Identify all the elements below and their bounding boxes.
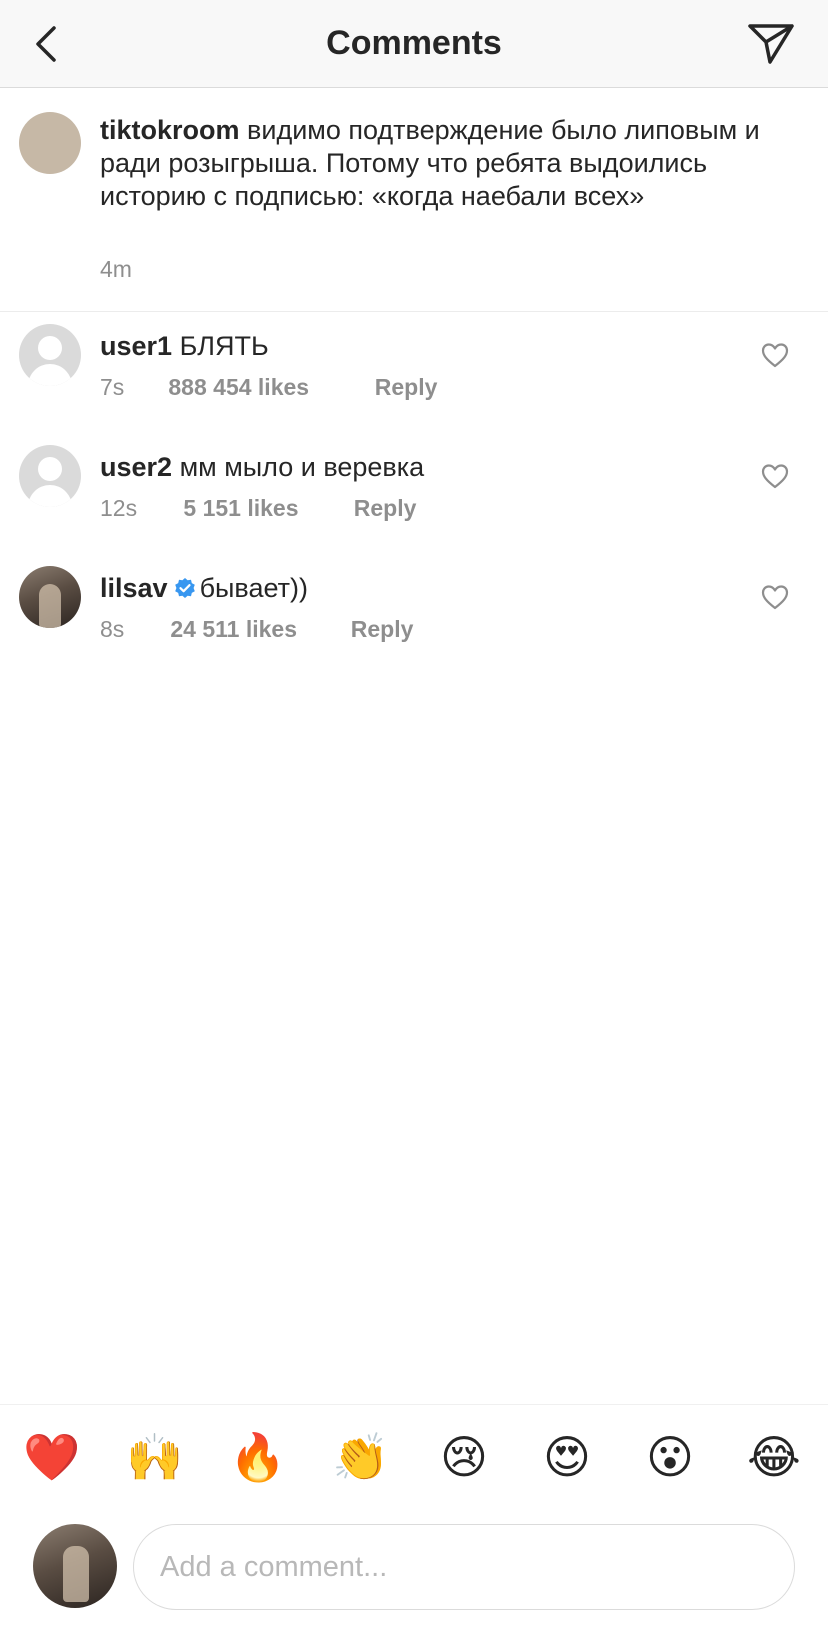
comment-username[interactable]: user1 (100, 331, 172, 361)
comment-timestamp: 12s (100, 495, 138, 521)
post-caption: tiktokroom видимо подтверждение было лип… (0, 88, 828, 312)
emoji-surprised-button[interactable]: 😮 (640, 1427, 700, 1487)
emoji-heart-eyes-button[interactable]: 😍 (537, 1427, 597, 1487)
page-title: Comments (326, 24, 502, 62)
comment-text: user1 БЛЯТЬ (100, 330, 269, 363)
comment-timestamp: 7s (100, 374, 125, 400)
caption-username[interactable]: tiktokroom (100, 115, 240, 145)
comment-meta: 8s 24 511 likes Reply (100, 616, 413, 643)
emoji-clap-button[interactable]: 👏 (331, 1427, 391, 1487)
comment-body: бывает)) (199, 573, 308, 603)
emoji-raised-hands-button[interactable]: 🙌 (125, 1427, 185, 1487)
heart-icon (761, 585, 789, 610)
heart-icon (761, 343, 789, 368)
comment-likes[interactable]: 888 454 likes (168, 374, 368, 401)
avatar[interactable] (19, 112, 81, 174)
reply-button[interactable]: Reply (375, 374, 438, 401)
emoji-laughing-button[interactable]: 😂 (744, 1427, 804, 1487)
comment-text: user2 мм мыло и веревка (100, 451, 424, 484)
comment-item: user1 БЛЯТЬ 7s 888 454 likes Reply (0, 324, 828, 442)
comment-body: мм мыло и веревка (179, 452, 425, 482)
reply-button[interactable]: Reply (351, 616, 414, 643)
comment-body: БЛЯТЬ (179, 331, 269, 361)
avatar[interactable] (19, 324, 81, 386)
comment-meta: 7s 888 454 likes Reply (100, 374, 437, 401)
emoji-bar: ❤️ 🙌 🔥 👏 😢 😍 😮 😂 (0, 1404, 828, 1508)
avatar (33, 1524, 117, 1608)
verified-badge-icon (174, 577, 195, 598)
heart-icon (761, 464, 789, 489)
header-bar: Comments (0, 0, 828, 88)
comment-username[interactable]: user2 (100, 452, 172, 482)
like-button[interactable] (760, 582, 790, 612)
comment-meta: 12s 5 151 likes Reply (100, 495, 416, 522)
comment-likes[interactable]: 5 151 likes (183, 495, 347, 522)
comment-input[interactable] (133, 1524, 795, 1610)
share-button[interactable] (746, 20, 796, 68)
comment-text: lilsav бывает)) (100, 572, 308, 605)
emoji-heart-button[interactable]: ❤️ (22, 1427, 82, 1487)
avatar[interactable] (19, 566, 81, 628)
emoji-crying-button[interactable]: 😢 (434, 1427, 494, 1487)
comment-username[interactable]: lilsav (100, 573, 168, 603)
reply-button[interactable]: Reply (354, 495, 417, 522)
caption-text: tiktokroom видимо подтверждение было лип… (100, 114, 800, 213)
comment-timestamp: 8s (100, 616, 125, 642)
paper-plane-icon (748, 24, 794, 64)
comment-likes[interactable]: 24 511 likes (170, 616, 344, 643)
default-avatar-icon (38, 457, 62, 481)
default-avatar-icon (38, 336, 62, 360)
caption-timestamp: 4m (100, 256, 132, 282)
avatar[interactable] (19, 445, 81, 507)
comment-composer (0, 1508, 828, 1628)
comment-item: user2 мм мыло и веревка 12s 5 151 likes … (0, 445, 828, 563)
comment-item: lilsav бывает)) 8s 24 511 likes Reply (0, 566, 828, 684)
like-button[interactable] (760, 340, 790, 370)
emoji-fire-button[interactable]: 🔥 (228, 1427, 288, 1487)
like-button[interactable] (760, 461, 790, 491)
